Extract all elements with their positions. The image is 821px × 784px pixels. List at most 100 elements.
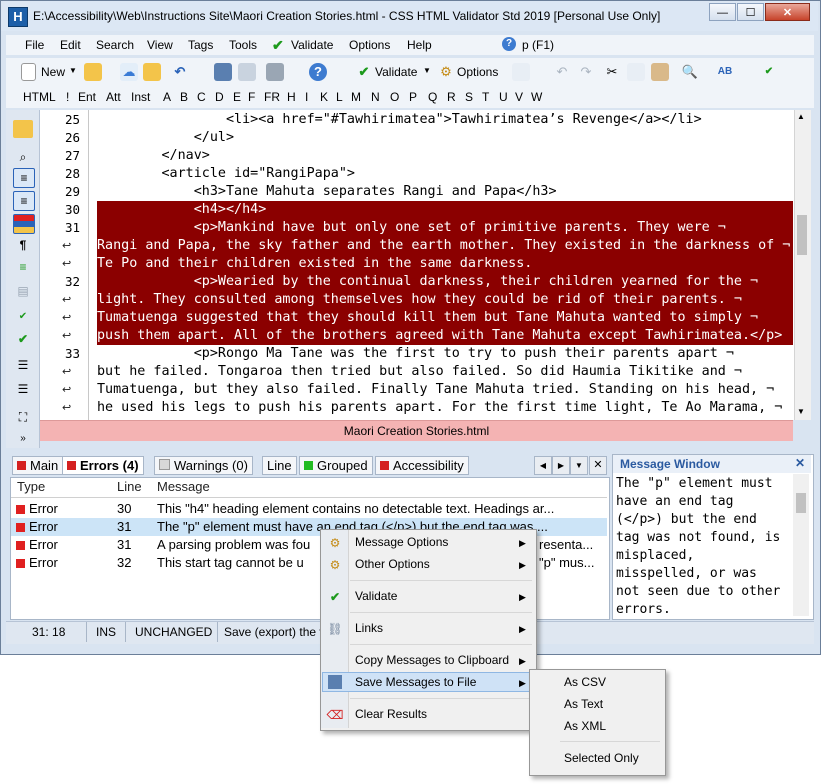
tab-accessibility[interactable]: Accessibility [375,456,469,475]
menu-item-message-options[interactable]: Message Options [355,535,448,549]
close-icon[interactable]: ✕ [795,456,805,470]
menu-options[interactable]: Options [349,38,390,52]
validate-button-label[interactable]: Validate [375,65,417,79]
menu-item-links[interactable]: Links [355,621,383,635]
new-document-icon[interactable] [21,63,36,81]
tab-line[interactable]: Line [262,456,297,475]
copy-icon[interactable] [627,63,645,81]
tag-item[interactable]: V [515,90,523,104]
tag-item[interactable]: ! [66,90,69,104]
options-button-label[interactable]: Options [457,65,498,79]
tag-item[interactable]: N [371,90,380,104]
scroll-thumb[interactable] [797,215,807,255]
tag-item[interactable]: D [215,90,224,104]
align-icon[interactable]: ≡ [13,258,33,276]
gear-icon[interactable]: ⚙ [437,63,455,81]
print-icon[interactable] [266,63,284,81]
tab-main[interactable]: Main [12,456,64,475]
menu-item-copy-messages[interactable]: Copy Messages to Clipboard [355,653,509,667]
submenu-item-selected-only[interactable]: Selected Only [564,751,639,765]
editor-scrollbar[interactable] [794,110,811,420]
paste-icon[interactable] [651,63,669,81]
menu-help[interactable]: Help [407,38,432,52]
tag-item[interactable]: C [197,90,206,104]
tag-item[interactable]: E [233,90,241,104]
replace-icon[interactable]: AB [716,63,734,81]
wrap-icon[interactable]: ≡ [13,191,35,211]
scroll-down-icon[interactable]: ▼ [797,407,805,416]
tag-item[interactable]: B [180,90,188,104]
tab-scroll-right-icon[interactable]: ▶ [552,456,570,475]
column-header-message[interactable]: Message [157,479,210,494]
chevron-down-icon[interactable]: » [13,430,33,448]
menu-item-clear-results[interactable]: Clear Results [355,707,427,721]
menu-validate[interactable]: Validate [291,38,333,52]
column-header-line[interactable]: Line [117,479,142,494]
pilcrow-icon[interactable]: ¶ [13,236,33,254]
menu-tags[interactable]: Tags [188,38,213,52]
menu-edit[interactable]: Edit [60,38,81,52]
table-row[interactable]: Error 30 This "h4" heading element conta… [11,500,607,518]
tag-item[interactable]: FR [264,90,280,104]
tag-item[interactable]: K [320,90,328,104]
tag-item[interactable]: H [287,90,296,104]
tag-item[interactable]: A [163,90,171,104]
minimize-button[interactable]: — [709,3,736,21]
chevron-down-icon[interactable]: ▼ [69,66,77,75]
submenu-item-as-text[interactable]: As Text [564,697,603,711]
open-folder-icon[interactable] [84,63,102,81]
tag-item[interactable]: F [248,90,255,104]
menu-item-validate[interactable]: Validate [355,589,397,603]
folder-icon[interactable] [13,120,33,138]
table-icon[interactable]: ▤ [13,282,33,300]
context-help-field[interactable]: p (F1) [522,38,554,52]
save-icon[interactable] [214,63,232,81]
report-icon[interactable] [512,63,530,81]
menu-search[interactable]: Search [96,38,134,52]
spellcheck-icon[interactable]: ✔ [13,308,33,326]
tag-item[interactable]: R [447,90,456,104]
close-window-button[interactable]: ✕ [765,3,810,21]
close-panel-icon[interactable]: ✕ [589,456,607,475]
tag-item[interactable]: O [390,90,399,104]
list-icon[interactable]: ☰ [13,380,33,398]
tab-menu-icon[interactable]: ▼ [570,456,588,475]
cut-icon[interactable]: ✂ [603,63,621,81]
save-all-icon[interactable] [238,63,256,81]
submenu-item-as-csv[interactable]: As CSV [564,675,606,689]
tag-item[interactable]: Ent [78,90,96,104]
code-editor[interactable]: <li><a href="#Tawhirimatea">Tawhirimatea… [89,110,794,420]
tab-scroll-left-icon[interactable]: ◀ [534,456,552,475]
column-header-type[interactable]: Type [17,479,45,494]
syntax-color-icon[interactable] [13,214,35,234]
maximize-button[interactable]: ☐ [737,3,764,21]
new-button-label[interactable]: New [41,65,65,79]
cloud-icon[interactable]: ☁ [120,63,138,81]
tag-item[interactable]: M [351,90,361,104]
tag-item[interactable]: Q [428,90,437,104]
scroll-thumb[interactable] [796,493,806,513]
validate-icon[interactable]: ✔ [13,330,33,348]
tab-warnings[interactable]: Warnings (0) [154,456,253,475]
expand-icon[interactable]: ⛶ [13,408,33,426]
undo-icon[interactable]: ↶ [171,63,189,81]
tag-item[interactable]: S [465,90,473,104]
indent-icon[interactable]: ☰ [13,356,33,374]
tag-item[interactable]: U [499,90,508,104]
tag-item[interactable]: P [409,90,417,104]
menu-view[interactable]: View [147,38,173,52]
menu-item-save-messages[interactable]: Save Messages to File [355,675,476,689]
submenu-item-as-xml[interactable]: As XML [564,719,606,733]
scroll-up-icon[interactable]: ▲ [797,112,805,121]
binoculars-icon[interactable]: ⌕ [13,148,33,166]
menu-file[interactable]: File [25,38,44,52]
line-numbers-icon[interactable]: ≡ [13,168,35,188]
menu-item-other-options[interactable]: Other Options [355,557,430,571]
folder-icon[interactable] [143,63,161,81]
tag-item[interactable]: HTML [23,90,56,104]
validate-icon[interactable]: ✔ [355,63,373,81]
tag-item[interactable]: Att [106,90,121,104]
file-tab[interactable]: Maori Creation Stories.html [40,420,793,441]
spellcheck-icon[interactable]: ✔ [760,63,778,81]
tag-item[interactable]: Inst [131,90,150,104]
